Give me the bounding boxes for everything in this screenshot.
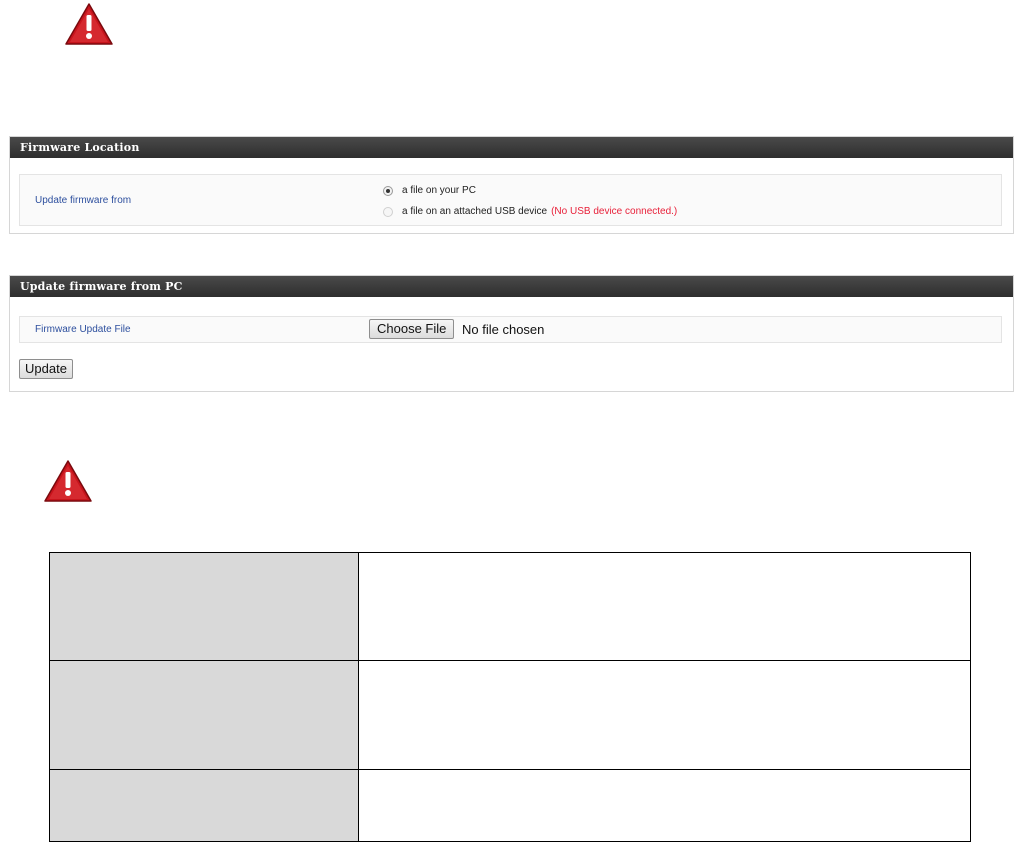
update-from-row: Update firmware from a file on your PC a…	[19, 174, 1002, 226]
table-value-cell	[358, 660, 971, 770]
radio-usb-label: a file on an attached USB device	[402, 206, 548, 217]
table-key-cell	[49, 660, 359, 770]
firmware-location-panel: Firmware Location Update firmware from a…	[9, 136, 1014, 234]
radio-usb	[383, 206, 393, 217]
table-key-cell	[49, 769, 359, 842]
update-button[interactable]: Update	[19, 359, 73, 379]
table-row	[49, 660, 971, 770]
file-status-text: No file chosen	[462, 322, 545, 337]
warning-icon	[43, 459, 93, 503]
warning-icon	[64, 2, 114, 46]
firmware-location-header: Firmware Location	[10, 137, 1013, 158]
radio-option-usb: a file on an attached USB device (No USB…	[383, 206, 677, 217]
choose-file-button[interactable]: Choose File	[369, 319, 455, 339]
usb-status-text: (No USB device connected.)	[551, 206, 678, 217]
radio-pc[interactable]	[383, 185, 393, 196]
firmware-file-label: Firmware Update File	[35, 324, 131, 335]
table-value-cell	[358, 769, 971, 842]
info-table	[49, 552, 971, 842]
radio-pc-label: a file on your PC	[402, 185, 476, 196]
firmware-file-row: Firmware Update File Choose File No file…	[19, 316, 1002, 343]
table-row	[49, 769, 971, 842]
table-row	[49, 552, 971, 661]
update-from-label: Update firmware from	[35, 195, 132, 206]
update-from-pc-panel: Update firmware from PC Firmware Update …	[9, 275, 1014, 392]
table-value-cell	[358, 552, 971, 661]
table-key-cell	[49, 552, 359, 661]
update-from-pc-header: Update firmware from PC	[10, 276, 1013, 297]
radio-option-pc[interactable]: a file on your PC	[383, 185, 476, 196]
